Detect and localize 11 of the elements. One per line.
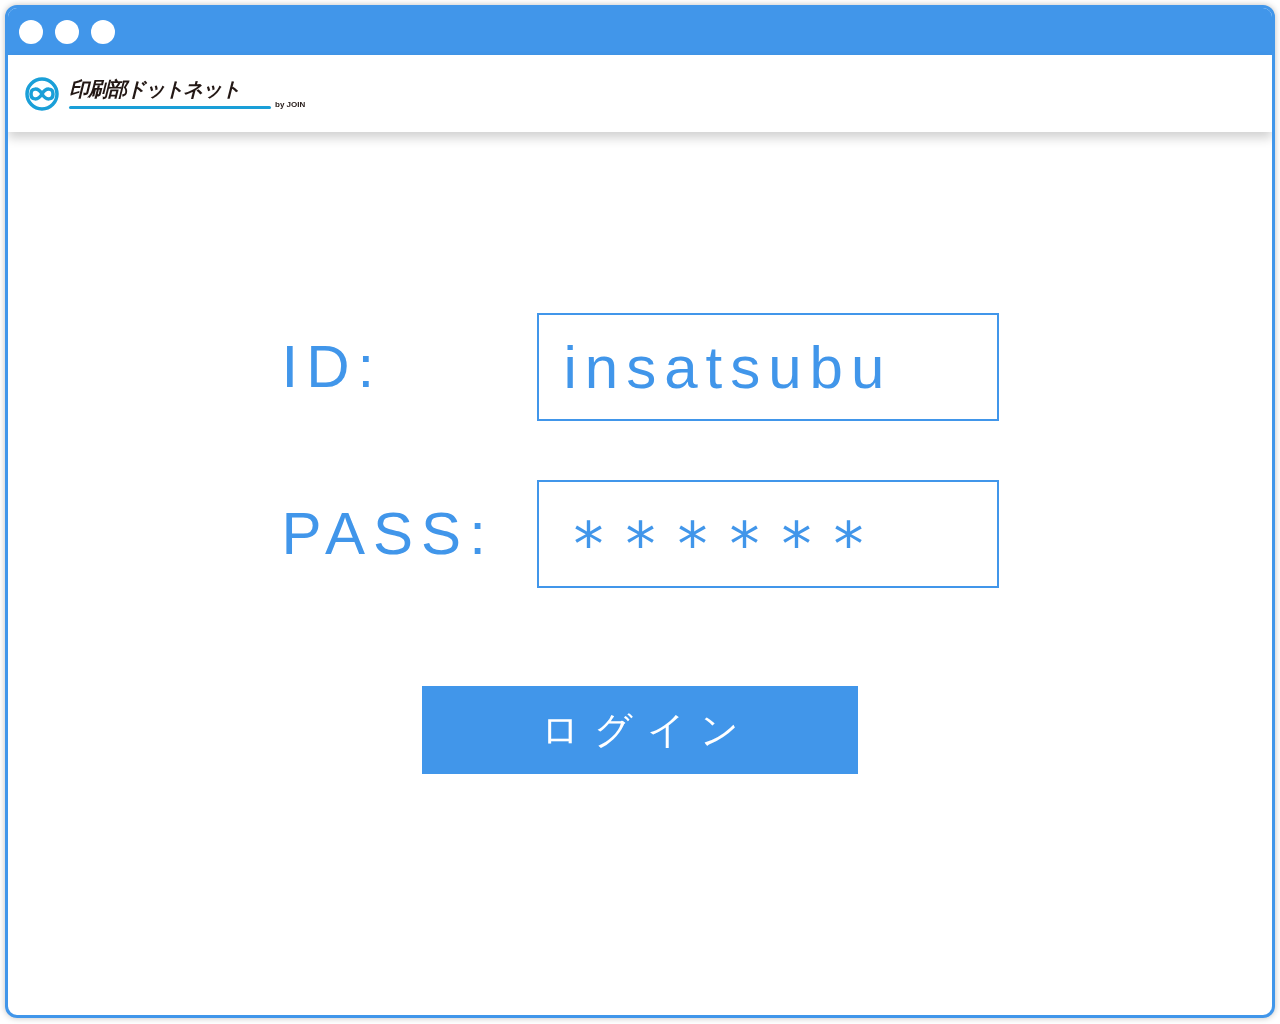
site-logo-subtitle: by JOIN (275, 100, 306, 109)
site-logo-title: 印刷部ドットネット (69, 78, 241, 99)
id-field[interactable]: insatsubu (536, 313, 999, 421)
field-label: ID: (281, 337, 384, 397)
infinity-logo-icon (23, 76, 61, 111)
password-field[interactable]: ****** (536, 480, 999, 588)
window-control-icon[interactable] (19, 19, 43, 44)
window-control-icon[interactable] (55, 19, 79, 44)
field-label: PASS: (281, 504, 495, 564)
login-button[interactable]: ログイン (422, 686, 858, 774)
window-control-icon[interactable] (91, 19, 115, 44)
